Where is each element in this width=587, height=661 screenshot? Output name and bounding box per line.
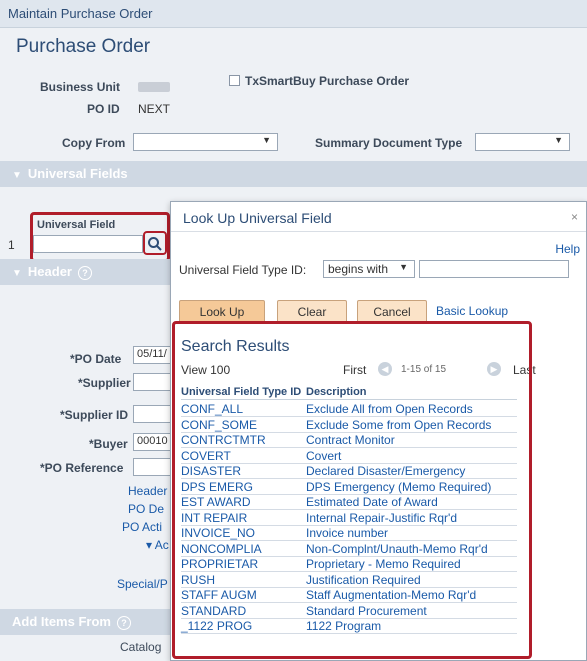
- copy-from-dropdown[interactable]: ▼: [133, 133, 278, 151]
- supplier-input[interactable]: [133, 373, 173, 391]
- special-link[interactable]: Special/P: [117, 577, 168, 591]
- collapse-triangle-icon: ▼: [12, 170, 22, 181]
- help-icon[interactable]: ?: [116, 616, 131, 630]
- close-icon[interactable]: ×: [571, 210, 578, 224]
- po-reference-input[interactable]: [133, 458, 173, 476]
- modal-header: Look Up Universal Field ×: [171, 202, 586, 232]
- help-link[interactable]: Help: [555, 242, 580, 256]
- modal-title: Look Up Universal Field: [183, 210, 332, 226]
- txsmartbuy-checkbox[interactable]: [229, 75, 240, 86]
- po-reference-label: *PO Reference: [40, 461, 124, 475]
- summary-doc-type-label: Summary Document Type: [315, 136, 463, 150]
- help-icon[interactable]: ?: [77, 266, 92, 280]
- section-universal-fields[interactable]: ▼ Universal Fields: [0, 161, 587, 187]
- buyer-label: *Buyer: [89, 437, 128, 451]
- po-defaults-link[interactable]: PO De: [128, 502, 164, 516]
- chevron-down-icon: ▼: [554, 135, 563, 145]
- header-link[interactable]: Header: [128, 484, 167, 498]
- row-number: 1: [8, 238, 15, 252]
- po-date-label: *PO Date: [70, 352, 122, 366]
- summary-doc-type-dropdown[interactable]: ▼: [475, 133, 570, 151]
- catalog-label: Catalog: [120, 640, 162, 654]
- po-id-label: PO ID: [87, 102, 120, 116]
- po-date-input[interactable]: 05/11/: [133, 346, 173, 364]
- actions-link[interactable]: ▾ Ac: [146, 538, 169, 552]
- field-type-id-label: Universal Field Type ID:: [179, 263, 307, 277]
- basic-lookup-link[interactable]: Basic Lookup: [436, 304, 508, 318]
- business-unit-label: Business Unit: [40, 80, 121, 94]
- supplier-label: *Supplier: [78, 376, 131, 390]
- po-activities-link[interactable]: PO Acti: [122, 520, 162, 534]
- app-title: Maintain Purchase Order: [0, 0, 587, 28]
- business-unit-value-redacted: [138, 82, 170, 92]
- field-type-id-input[interactable]: [419, 260, 569, 278]
- collapse-triangle-icon: ▼: [12, 268, 22, 279]
- supplier-id-input[interactable]: [133, 405, 173, 423]
- supplier-id-label: *Supplier ID: [60, 408, 129, 422]
- operator-dropdown[interactable]: begins with ▼: [323, 260, 415, 278]
- highlight-search-results: [172, 321, 532, 659]
- chevron-down-icon: ▼: [262, 135, 271, 145]
- txsmartbuy-label: TxSmartBuy Purchase Order: [245, 74, 410, 88]
- page-title: Purchase Order: [16, 36, 151, 57]
- po-id-value: NEXT: [138, 102, 171, 116]
- chevron-down-icon: ▼: [399, 262, 408, 272]
- highlight-search-icon: [143, 231, 167, 255]
- buyer-input[interactable]: 00010: [133, 433, 173, 451]
- copy-from-label: Copy From: [62, 136, 126, 150]
